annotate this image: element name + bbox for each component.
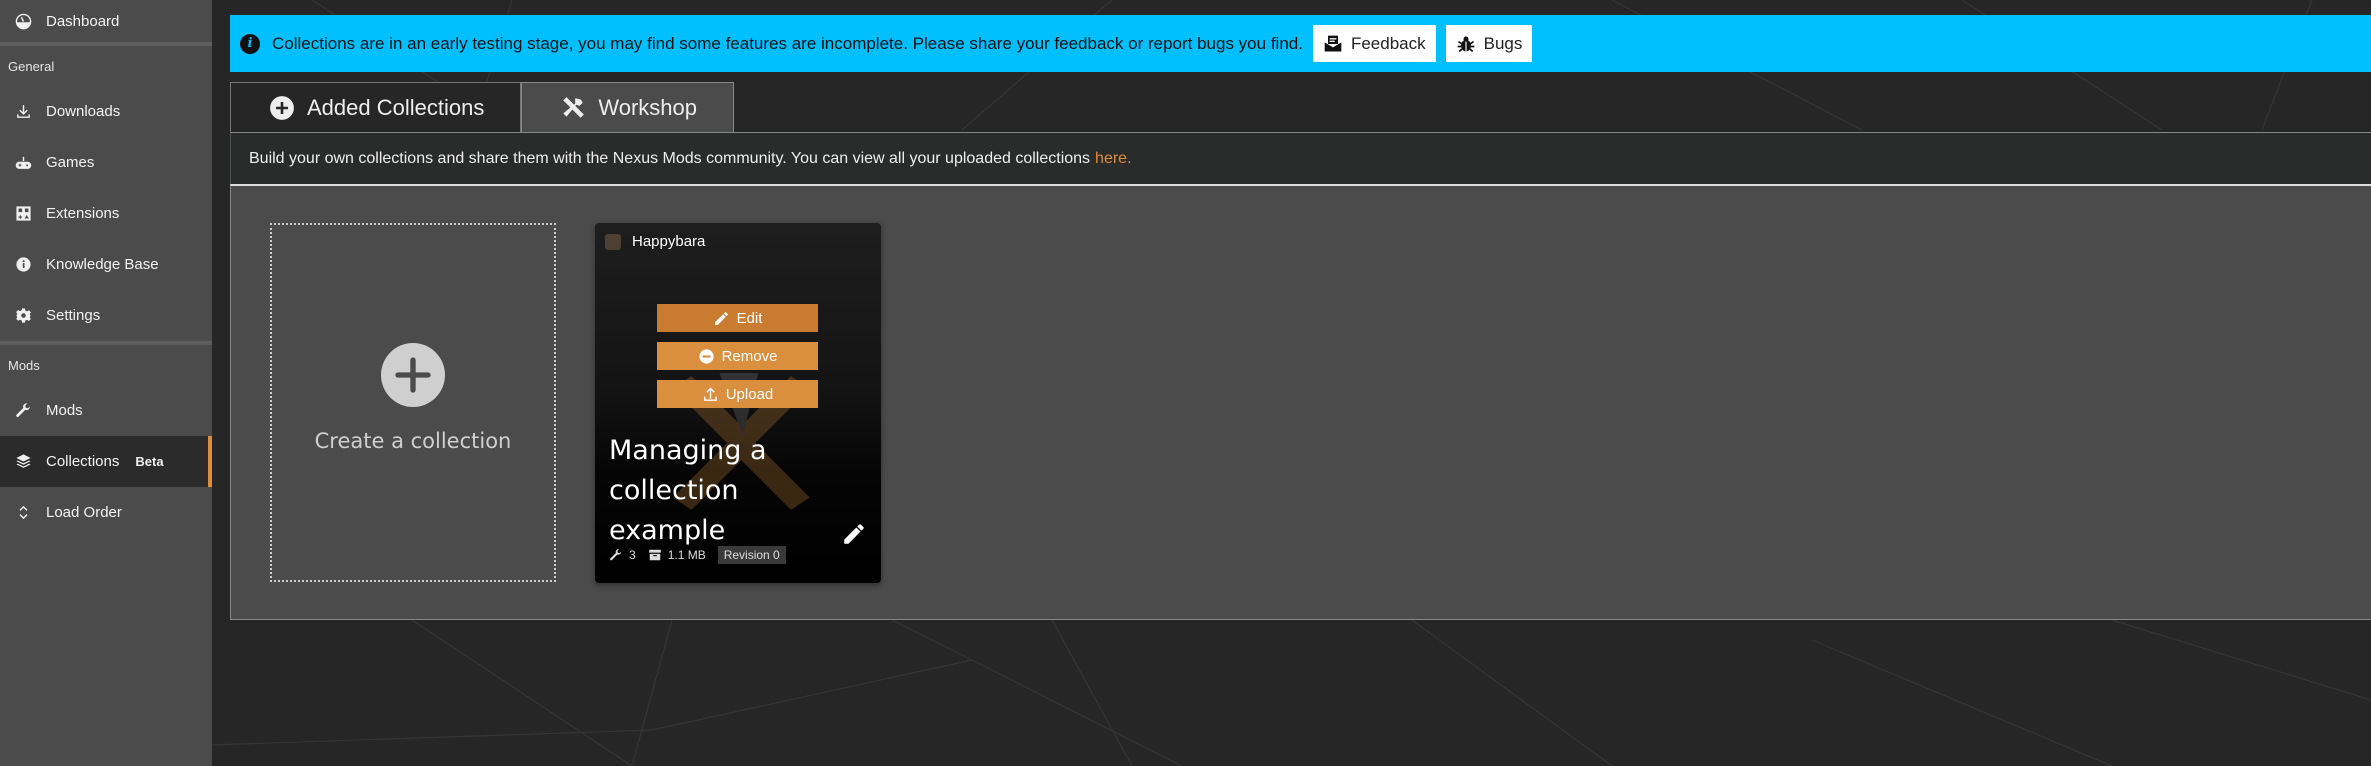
sidebar-item-label: Load Order: [46, 504, 122, 521]
collection-actions: Edit Remove Upload: [657, 304, 818, 418]
upload-label: Upload: [725, 385, 774, 403]
collection-size: 1.1 MB: [648, 548, 706, 562]
sidebar-item-load-order[interactable]: Load Order: [0, 487, 212, 538]
size-value: 1.1 MB: [667, 548, 706, 562]
collection-meta: 3 1.1 MB Revision 0: [609, 546, 786, 564]
create-collection-tile[interactable]: Create a collection: [270, 223, 556, 582]
sidebar-item-knowledge-base[interactable]: Knowledge Base: [0, 239, 212, 290]
sidebar-item-mods[interactable]: Mods: [0, 385, 212, 436]
tab-label: Added Collections: [307, 94, 485, 120]
tab-added-collections[interactable]: Added Collections: [230, 82, 522, 132]
sidebar-item-dashboard[interactable]: Dashboard: [0, 0, 212, 42]
collection-title: Managing a collection example: [609, 435, 767, 546]
upload-button[interactable]: Upload: [657, 380, 818, 408]
bug-icon: [1457, 36, 1474, 52]
sidebar-item-label: Collections: [46, 453, 120, 470]
upload-icon: [703, 387, 717, 401]
main-content: i Collections are in an early testing st…: [212, 0, 2371, 766]
tools-icon: [560, 95, 586, 121]
archive-icon: [648, 549, 661, 561]
sidebar-item-label: Mods: [46, 402, 83, 419]
sidebar-item-label: Settings: [46, 307, 101, 324]
sidebar-item-settings[interactable]: Settings: [0, 290, 212, 341]
sidebar: Dashboard General Downloads Games Extens…: [0, 0, 212, 766]
sidebar-item-games[interactable]: Games: [0, 137, 212, 188]
edit-label: Edit: [736, 309, 763, 327]
plus-circle-icon: [269, 95, 295, 121]
author-name: Happybara: [632, 233, 706, 250]
sidebar-item-label: Extensions: [46, 205, 120, 222]
download-icon: [14, 103, 32, 121]
beta-badge: Beta: [135, 454, 164, 469]
info-icon: [14, 256, 32, 274]
sidebar-item-label: Downloads: [46, 103, 121, 120]
revision-badge: Revision 0: [717, 546, 786, 564]
sidebar-item-label: Knowledge Base: [46, 256, 159, 273]
collection-author[interactable]: Happybara: [605, 233, 705, 250]
workshop-description: Build your own collections and share the…: [230, 132, 2371, 184]
sidebar-item-collections[interactable]: Collections Beta: [0, 436, 212, 487]
collections-tabs: Added Collections Workshop: [230, 82, 734, 132]
author-avatar: [605, 233, 621, 250]
sidebar-item-label: Games: [46, 154, 95, 171]
sidebar-section-mods: Mods: [8, 357, 40, 373]
edit-button[interactable]: Edit: [657, 304, 818, 332]
extensions-icon: [14, 205, 32, 223]
tab-workshop[interactable]: Workshop: [521, 82, 734, 132]
add-icon: [381, 342, 445, 407]
sort-icon: [14, 504, 32, 522]
info-icon: i: [240, 33, 260, 54]
gear-icon: [14, 307, 32, 325]
sidebar-item-downloads[interactable]: Downloads: [0, 86, 212, 137]
sidebar-item-label: Dashboard: [46, 12, 120, 30]
pencil-icon: [714, 311, 728, 325]
layers-icon: [14, 453, 32, 471]
description-text: Build your own collections and share the…: [249, 149, 1091, 167]
tab-label: Workshop: [598, 94, 697, 120]
create-collection-label: Create a collection: [314, 428, 512, 453]
bugs-button[interactable]: Bugs: [1445, 25, 1533, 62]
sidebar-section-general: General: [8, 58, 55, 74]
remove-button[interactable]: Remove: [657, 342, 818, 370]
beta-notice-banner: i Collections are in an early testing st…: [230, 15, 2371, 72]
pencil-icon[interactable]: [841, 521, 867, 547]
mod-count: 3: [609, 548, 636, 562]
mod-count-value: 3: [629, 548, 636, 562]
workshop-panel: Create a collection Happybara Edit Remov…: [230, 184, 2371, 620]
collection-card[interactable]: Happybara Edit Remove Upload Managing a …: [595, 223, 881, 583]
uploaded-collections-link[interactable]: here.: [1095, 150, 1131, 168]
wrench-icon: [14, 402, 32, 420]
gamepad-icon: [14, 154, 32, 172]
feedback-button[interactable]: Feedback: [1312, 25, 1436, 62]
minus-circle-icon: [698, 348, 714, 364]
dashboard-icon: [14, 12, 32, 30]
sidebar-item-extensions[interactable]: Extensions: [0, 188, 212, 239]
banner-text: Collections are in an early testing stag…: [272, 33, 1303, 53]
wrench-icon: [610, 549, 622, 561]
feedback-label: Feedback: [1350, 33, 1426, 53]
remove-label: Remove: [721, 347, 778, 365]
feedback-mail-icon: [1324, 35, 1342, 51]
bugs-label: Bugs: [1483, 33, 1523, 53]
